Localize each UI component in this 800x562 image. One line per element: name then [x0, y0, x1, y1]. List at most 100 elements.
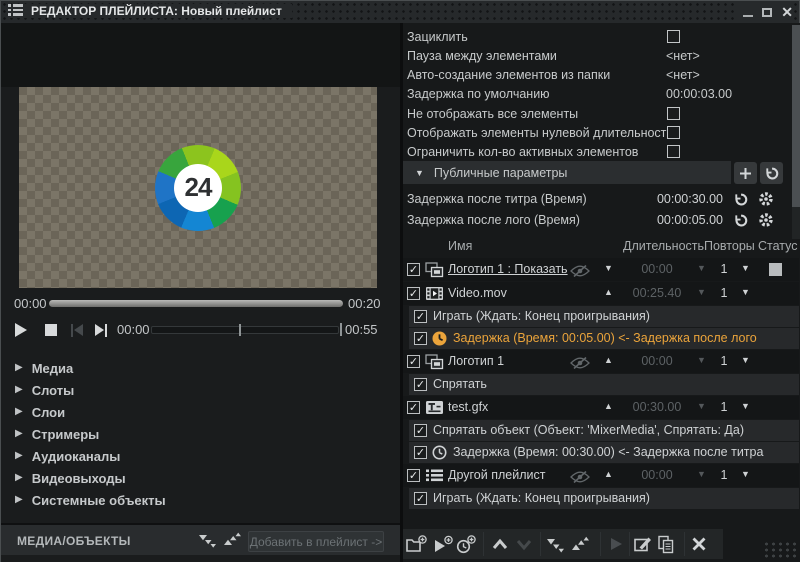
playlist-item-row[interactable]: Логотип 1 ▲ 00:00 ▼ 1 ▼ [403, 350, 799, 373]
playlist-action-row[interactable]: Спрятать объект (Объект: 'MixerMedia', С… [409, 420, 799, 441]
item-enabled-checkbox[interactable] [407, 469, 420, 482]
playlist-item-row[interactable]: Другой плейлист ▲ 00:00 ▼ 1 ▼ [403, 464, 799, 487]
action-enabled-checkbox[interactable] [414, 378, 427, 391]
add-param-button[interactable] [734, 162, 757, 184]
add-media-icon[interactable] [405, 534, 427, 554]
gear-icon[interactable] [755, 210, 776, 230]
default-delay-value[interactable]: 00:00:03.00 [666, 87, 732, 101]
item-duration[interactable]: 00:00 [621, 468, 693, 482]
item-enabled-checkbox[interactable] [407, 263, 420, 276]
collapse-all-icon[interactable] [570, 534, 592, 554]
collapse-all-icon[interactable] [223, 532, 245, 550]
position-slider[interactable] [151, 326, 339, 334]
playlist-action-row[interactable]: Задержка (Время: 00:05.00) <- Задержка п… [409, 328, 799, 349]
action-enabled-checkbox[interactable] [414, 332, 427, 345]
column-name[interactable]: Имя [448, 239, 472, 253]
playlist-action-row[interactable]: Задержка (Время: 00:30.00) <- Задержка п… [409, 442, 799, 463]
start-item-icon[interactable] [605, 534, 627, 554]
playlist-item-row[interactable]: Video.mov ▲ 00:25.40 ▼ 1 ▼ [403, 282, 799, 305]
reset-param-icon[interactable] [730, 189, 751, 209]
collapse-arrow-icon[interactable]: ▲ [604, 355, 613, 365]
section-slots[interactable]: ▶Слоты [1, 379, 400, 401]
playlist-item-row[interactable]: test.gfx ▲ 00:30.00 ▼ 1 ▼ [403, 396, 799, 419]
section-audio-channels[interactable]: ▶Аудиоканалы [1, 445, 400, 467]
stop-button[interactable] [41, 321, 61, 339]
repeats-dropdown-icon[interactable]: ▼ [741, 469, 750, 479]
delay-after-logo-value[interactable]: 00:00:05.00 [607, 213, 723, 227]
item-enabled-checkbox[interactable] [407, 401, 420, 414]
collapse-arrow-icon[interactable]: ▲ [604, 469, 613, 479]
action-enabled-checkbox[interactable] [414, 492, 427, 505]
maximize-button[interactable] [762, 8, 772, 17]
duration-dropdown-icon[interactable]: ▼ [697, 401, 706, 411]
duration-dropdown-icon[interactable]: ▼ [697, 263, 706, 273]
expand-all-icon[interactable] [545, 534, 567, 554]
next-button[interactable] [91, 321, 111, 339]
loop-checkbox[interactable] [667, 30, 680, 43]
move-down-icon[interactable] [513, 534, 535, 554]
item-duration[interactable]: 00:00 [621, 354, 693, 368]
action-enabled-checkbox[interactable] [414, 424, 427, 437]
item-duration[interactable]: 00:30.00 [621, 400, 693, 414]
auto-create-value[interactable]: <нет> [666, 68, 700, 82]
resize-grip-icon[interactable] [763, 541, 797, 559]
duration-dropdown-icon[interactable]: ▼ [697, 469, 706, 479]
item-repeats[interactable]: 1 [715, 286, 733, 300]
gear-icon[interactable] [755, 189, 776, 209]
item-duration[interactable]: 00:25.40 [621, 286, 693, 300]
reset-params-button[interactable] [760, 162, 783, 184]
duration-dropdown-icon[interactable]: ▼ [697, 287, 706, 297]
playlist-action-row[interactable]: Спрятать [409, 374, 799, 395]
expand-all-icon[interactable] [198, 532, 220, 550]
pause-between-value[interactable]: <нет> [666, 49, 700, 63]
column-repeats[interactable]: Повторы [704, 239, 755, 253]
repeats-dropdown-icon[interactable]: ▼ [741, 287, 750, 297]
scrollbar-thumb[interactable] [792, 25, 800, 207]
duplicate-item-icon[interactable] [655, 534, 677, 554]
playlist-action-row[interactable]: Играть (Ждать: Конец проигрывания) [409, 306, 799, 327]
action-enabled-checkbox[interactable] [414, 446, 427, 459]
title-bar[interactable]: РЕДАКТОР ПЛЕЙЛИСТА: Новый плейлист ✕ [1, 1, 799, 23]
column-duration[interactable]: Длительность [623, 239, 704, 253]
section-system-objects[interactable]: ▶Системные объекты [1, 489, 400, 511]
previous-button[interactable] [67, 321, 87, 339]
add-action-icon[interactable] [432, 534, 454, 554]
close-button[interactable]: ✕ [781, 5, 793, 19]
eye-slash-icon[interactable] [569, 356, 591, 374]
item-repeats[interactable]: 1 [715, 468, 733, 482]
collapse-arrow-icon[interactable]: ▲ [604, 401, 613, 411]
play-button[interactable] [11, 321, 31, 339]
delete-item-icon[interactable] [688, 534, 710, 554]
hide-all-checkbox[interactable] [667, 107, 680, 120]
repeats-dropdown-icon[interactable]: ▼ [741, 401, 750, 411]
eye-slash-icon[interactable] [569, 470, 591, 488]
eye-slash-icon[interactable] [569, 264, 591, 282]
item-enabled-checkbox[interactable] [407, 287, 420, 300]
limit-active-checkbox[interactable] [667, 145, 680, 158]
public-params-header[interactable]: ▼ Публичные параметры [403, 161, 731, 184]
move-up-icon[interactable] [489, 534, 511, 554]
seek-slider[interactable] [49, 300, 343, 307]
repeats-dropdown-icon[interactable]: ▼ [741, 355, 750, 365]
section-streamers[interactable]: ▶Стримеры [1, 423, 400, 445]
playlist-action-row[interactable]: Играть (Ждать: Конец проигрывания) [409, 488, 799, 509]
playhead[interactable] [239, 324, 241, 336]
item-duration[interactable]: 00:00 [621, 262, 693, 276]
item-repeats[interactable]: 1 [715, 400, 733, 414]
item-repeats[interactable]: 1 [715, 354, 733, 368]
section-layers[interactable]: ▶Слои [1, 401, 400, 423]
delay-after-title-value[interactable]: 00:00:30.00 [607, 192, 723, 206]
expand-arrow-icon[interactable]: ▼ [604, 263, 613, 273]
duration-dropdown-icon[interactable]: ▼ [697, 355, 706, 365]
settings-scrollbar[interactable] [792, 25, 800, 239]
add-delay-icon[interactable] [455, 534, 477, 554]
item-repeats[interactable]: 1 [715, 262, 733, 276]
column-status[interactable]: Статус [758, 239, 798, 253]
minimize-button[interactable] [743, 15, 753, 17]
reset-param-icon[interactable] [730, 210, 751, 230]
repeats-dropdown-icon[interactable]: ▼ [741, 263, 750, 273]
item-enabled-checkbox[interactable] [407, 355, 420, 368]
show-zero-duration-checkbox[interactable] [667, 126, 680, 139]
section-video-outputs[interactable]: ▶Видеовыходы [1, 467, 400, 489]
edit-item-icon[interactable] [632, 534, 654, 554]
